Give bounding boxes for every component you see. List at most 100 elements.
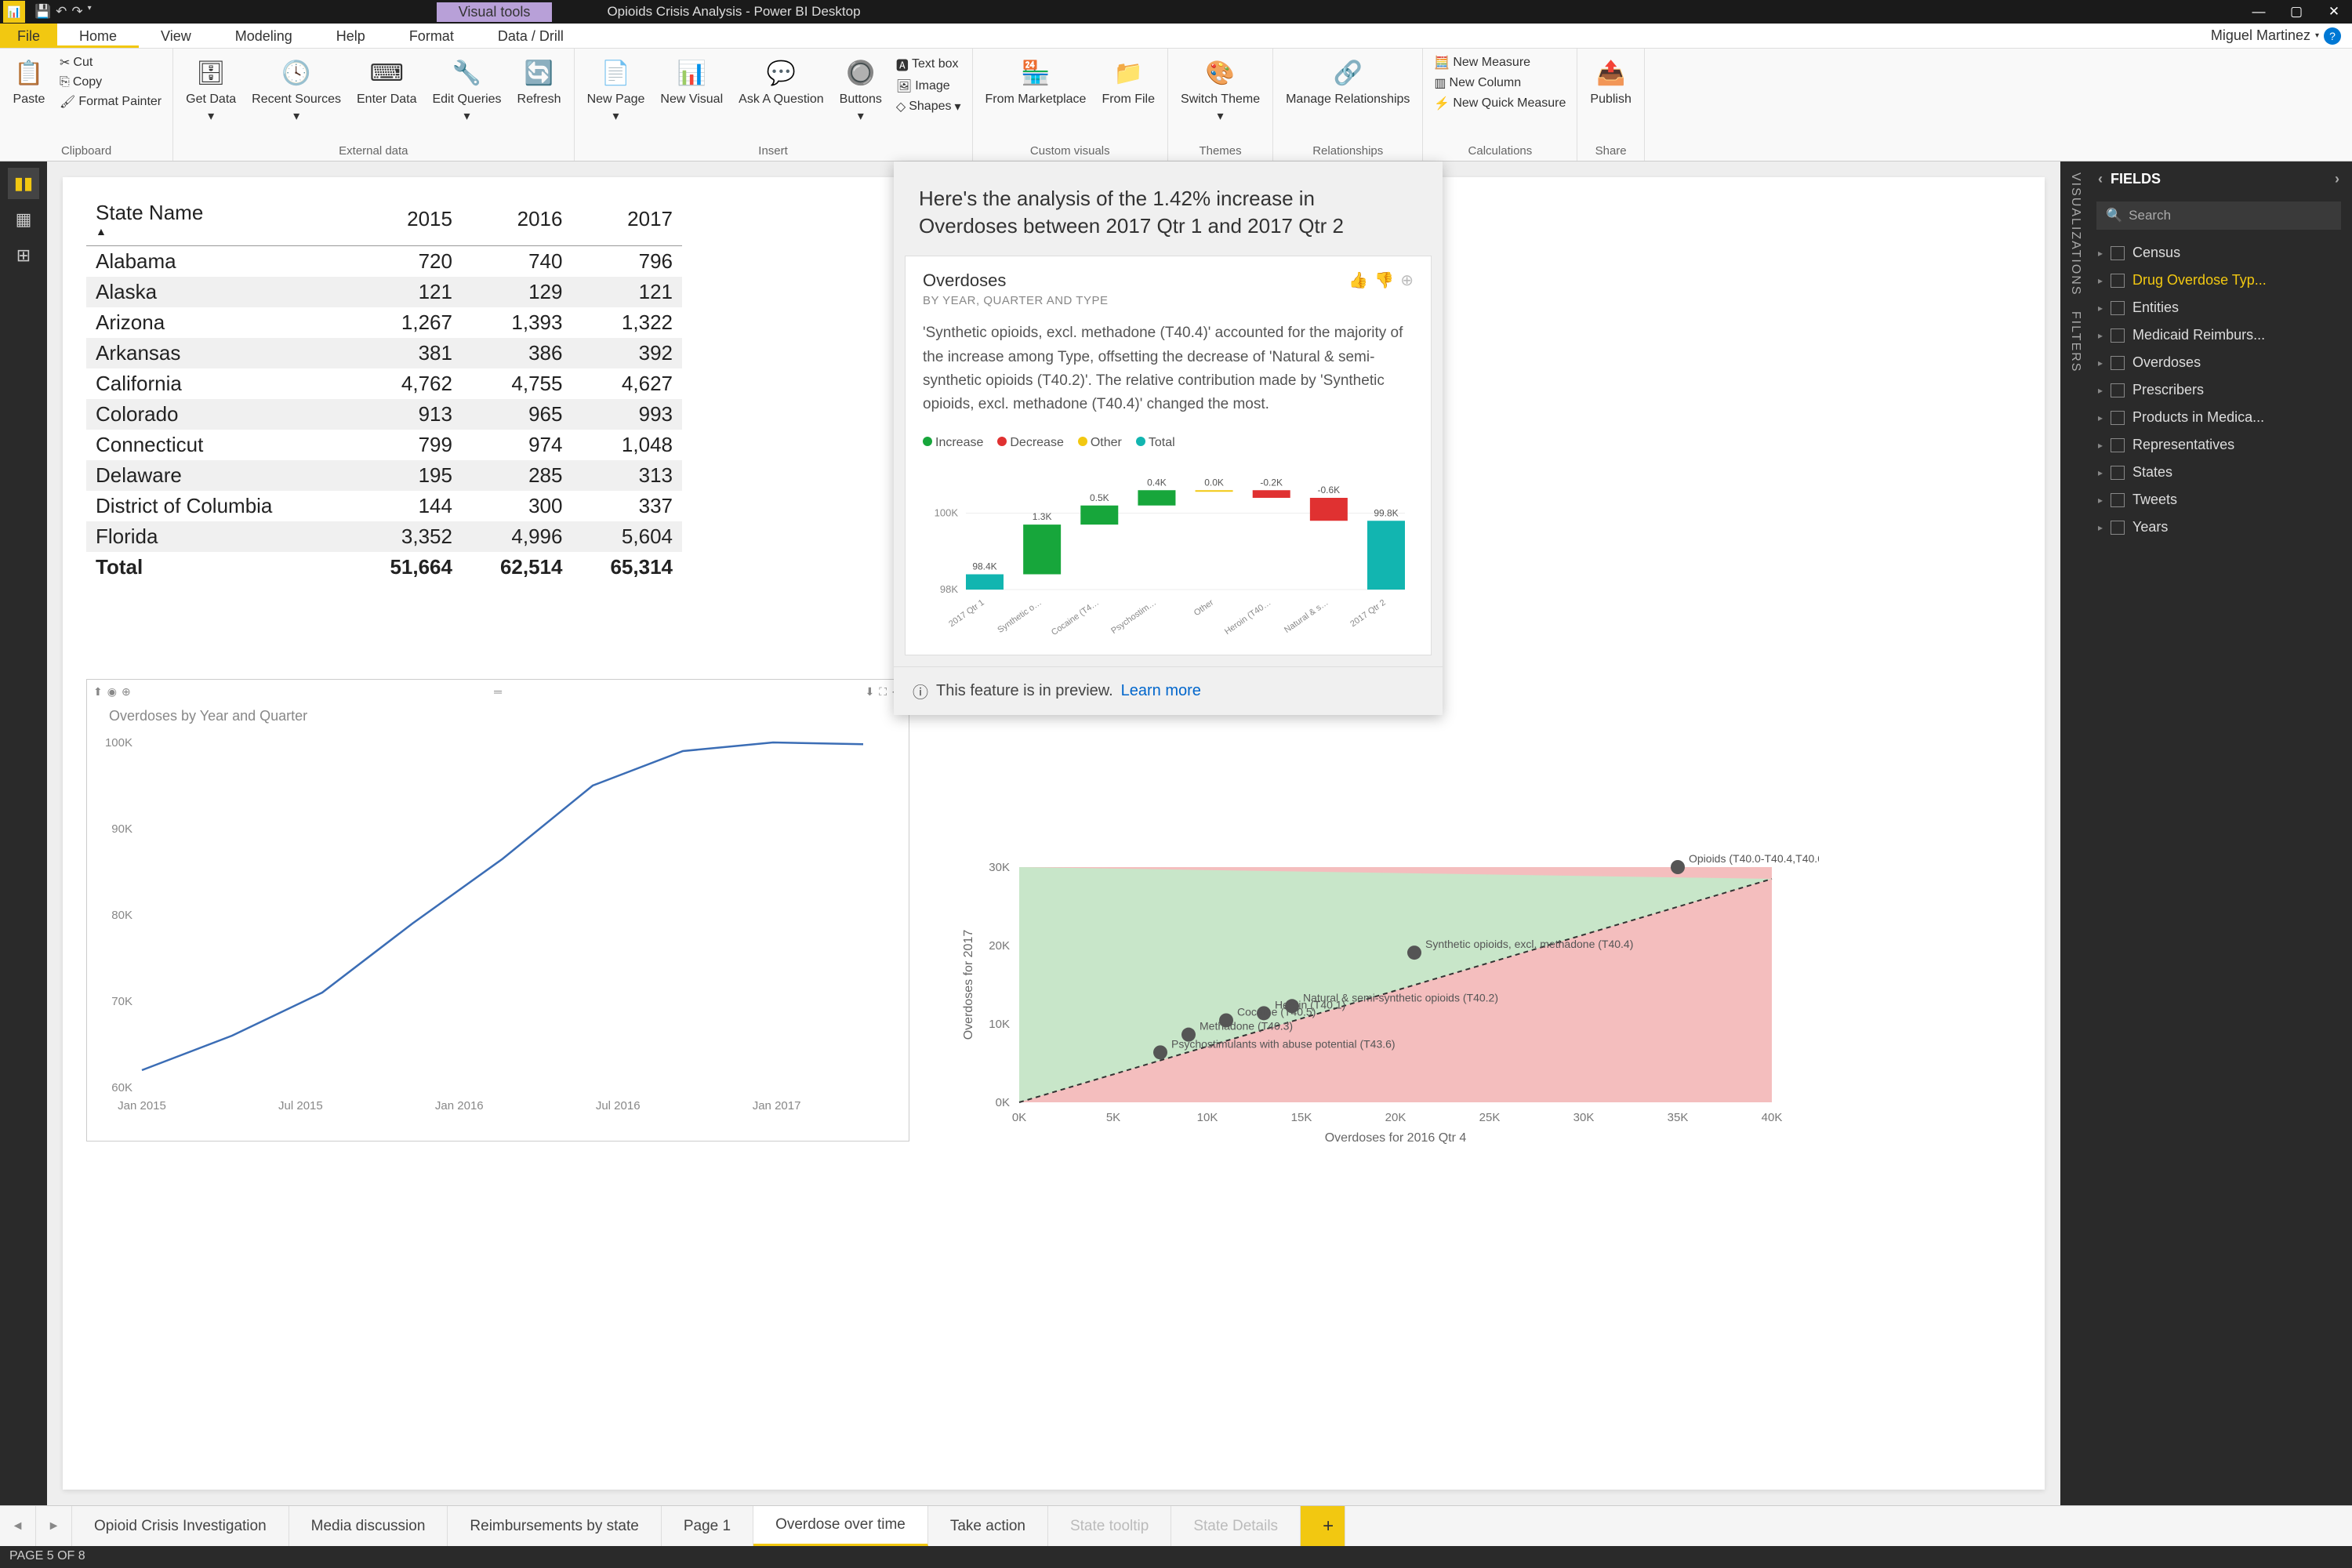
manage-relationships-button[interactable]: 🔗Manage Relationships xyxy=(1279,53,1416,110)
report-tab[interactable]: State Details xyxy=(1171,1506,1301,1546)
publish-button[interactable]: 📤Publish xyxy=(1584,53,1637,110)
scatter-chart[interactable]: 0K5K10K15K20K25K30K35K40K0K10K20K30KOver… xyxy=(956,836,1819,1165)
table-row[interactable]: Florida3,3524,9965,604 xyxy=(86,521,682,552)
col-state-name[interactable]: State Name▲ xyxy=(86,193,351,246)
report-tab[interactable]: State tooltip xyxy=(1048,1506,1171,1546)
chevron-right-icon[interactable]: › xyxy=(2335,171,2339,187)
table-row[interactable]: Connecticut7999741,048 xyxy=(86,430,682,460)
table-row[interactable]: Arizona1,2671,3931,322 xyxy=(86,307,682,338)
edit-queries-button[interactable]: 🔧Edit Queries▾ xyxy=(426,53,507,126)
table-row[interactable]: District of Columbia144300337 xyxy=(86,491,682,521)
report-tab[interactable]: Take action xyxy=(928,1506,1048,1546)
table-row[interactable]: California4,7624,7554,627 xyxy=(86,368,682,399)
col-2017[interactable]: 2017 xyxy=(572,193,682,246)
report-tab[interactable]: Media discussion xyxy=(289,1506,448,1546)
col-2016[interactable]: 2016 xyxy=(462,193,572,246)
qat-undo-icon[interactable]: ↶ xyxy=(56,4,67,20)
table-row[interactable]: Delaware195285313 xyxy=(86,460,682,491)
shapes-button[interactable]: ◇ Shapes ▾ xyxy=(891,97,966,116)
text-box-button[interactable]: 🅰 Text box xyxy=(891,53,966,75)
maximize-icon[interactable]: ▢ xyxy=(2278,0,2314,24)
visual-tools-tab[interactable]: Visual tools xyxy=(437,2,553,22)
fields-search-input[interactable]: 🔍 Search xyxy=(2096,201,2341,230)
copy-button[interactable]: ⎘ Copy xyxy=(55,74,166,91)
report-tab[interactable]: Reimbursements by state xyxy=(448,1506,661,1546)
field-item[interactable]: ▸Tweets xyxy=(2085,486,2352,514)
tab-help[interactable]: Help xyxy=(314,24,387,48)
field-item[interactable]: ▸Drug Overdose Typ... xyxy=(2085,267,2352,294)
image-button[interactable]: 🖼 Image xyxy=(891,77,966,96)
from-marketplace-button[interactable]: 🏪From Marketplace xyxy=(979,53,1093,110)
add-icon[interactable]: ⊕ xyxy=(1400,270,1414,290)
tab-modeling[interactable]: Modeling xyxy=(213,24,314,48)
focus-icon[interactable]: ⛶ xyxy=(879,685,887,699)
tab-datadrill[interactable]: Data / Drill xyxy=(476,24,586,48)
tab-format[interactable]: Format xyxy=(387,24,476,48)
enter-data-button[interactable]: ⌨Enter Data xyxy=(350,53,423,110)
field-item[interactable]: ▸States xyxy=(2085,459,2352,486)
drill-up-icon[interactable]: ⬆ xyxy=(93,685,103,699)
col-2015[interactable]: 2015 xyxy=(351,193,462,246)
field-item[interactable]: ▸Prescribers xyxy=(2085,376,2352,404)
qat-dropdown-icon[interactable]: ▾ xyxy=(88,4,92,20)
new-quick-measure-button[interactable]: ⚡ New Quick Measure xyxy=(1429,94,1570,113)
minimize-icon[interactable]: — xyxy=(2241,0,2277,24)
field-item[interactable]: ▸Census xyxy=(2085,239,2352,267)
field-item[interactable]: ▸Overdoses xyxy=(2085,349,2352,376)
table-row[interactable]: Colorado913965993 xyxy=(86,399,682,430)
qat-redo-icon[interactable]: ↷ xyxy=(71,4,82,20)
table-row[interactable]: Alaska121129121 xyxy=(86,277,682,307)
data-view-icon[interactable]: ▦ xyxy=(8,204,39,235)
state-data-table[interactable]: State Name▲ 2015 2016 2017 Alabama720740… xyxy=(86,193,682,583)
report-view-icon[interactable]: ▮▮ xyxy=(8,168,39,199)
new-visual-button[interactable]: 📊New Visual xyxy=(654,53,729,110)
new-column-button[interactable]: ▥ New Column xyxy=(1429,74,1570,93)
filter-handle-icon[interactable]: ═ xyxy=(494,685,502,698)
field-item[interactable]: ▸Medicaid Reimburs... xyxy=(2085,321,2352,349)
format-painter-button[interactable]: 🖌 Format Painter xyxy=(55,93,166,111)
drill-down-icon[interactable]: ⬇ xyxy=(865,685,874,699)
cut-button[interactable]: ✂ Cut xyxy=(55,53,166,72)
report-tab[interactable]: Overdose over time xyxy=(753,1506,928,1546)
new-measure-button[interactable]: 🧮 New Measure xyxy=(1429,53,1570,72)
field-item[interactable]: ▸Years xyxy=(2085,514,2352,541)
get-data-button[interactable]: 🗄Get Data▾ xyxy=(180,53,242,126)
paste-button[interactable]: 📋Paste xyxy=(6,53,52,110)
report-tab[interactable]: Opioid Crisis Investigation xyxy=(72,1506,289,1546)
ask-question-button[interactable]: 💬Ask A Question xyxy=(732,53,830,110)
model-view-icon[interactable]: ⊞ xyxy=(8,240,39,271)
table-row[interactable]: Arkansas381386392 xyxy=(86,338,682,368)
refresh-button[interactable]: 🔄Refresh xyxy=(511,53,568,110)
field-item[interactable]: ▸Entities xyxy=(2085,294,2352,321)
tab-next-icon[interactable]: ► xyxy=(36,1506,72,1546)
field-item[interactable]: ▸Products in Medica... xyxy=(2085,404,2352,431)
add-page-button[interactable]: + xyxy=(1301,1506,1345,1546)
buttons-button[interactable]: 🔘Buttons▾ xyxy=(833,53,888,126)
field-item[interactable]: ▸Representatives xyxy=(2085,431,2352,459)
new-page-button[interactable]: 📄New Page▾ xyxy=(581,53,652,126)
switch-theme-button[interactable]: 🎨Switch Theme▾ xyxy=(1174,53,1266,126)
right-rail[interactable]: VISUALIZATIONS FILTERS xyxy=(2060,162,2085,1505)
learn-more-link[interactable]: Learn more xyxy=(1121,682,1201,700)
tab-view[interactable]: View xyxy=(139,24,213,48)
chevron-left-icon[interactable]: ‹ xyxy=(2098,171,2103,187)
thumbs-down-icon[interactable]: 👎 xyxy=(1374,270,1394,290)
thumbs-up-icon[interactable]: 👍 xyxy=(1348,270,1368,290)
from-file-button[interactable]: 📁From File xyxy=(1095,53,1161,110)
recent-sources-button[interactable]: 🕓Recent Sources▾ xyxy=(245,53,347,126)
tab-home[interactable]: Home xyxy=(57,24,139,48)
group-relationships: Relationships xyxy=(1279,144,1416,161)
user-dropdown-icon[interactable]: ▾ xyxy=(2315,31,2319,40)
report-tab[interactable]: Page 1 xyxy=(662,1506,753,1546)
table-row[interactable]: Alabama720740796 xyxy=(86,246,682,278)
expand-icon[interactable]: ⊕ xyxy=(122,685,131,699)
user-name[interactable]: Miguel Martinez xyxy=(2211,27,2310,44)
drill-icon[interactable]: ◉ xyxy=(107,685,117,699)
waterfall-chart[interactable]: 98K100K98.4K2017 Qtr 11.3KSynthetic o…0.… xyxy=(923,456,1425,637)
file-tab[interactable]: File xyxy=(0,24,57,48)
overdoses-line-chart[interactable]: ⬆ ◉ ⊕ ═ ⬇ ⛶ ⋯ Overdoses by Year and Quar… xyxy=(86,679,909,1142)
close-icon[interactable]: ✕ xyxy=(2316,0,2352,24)
help-icon[interactable]: ? xyxy=(2324,27,2341,45)
tab-prev-icon[interactable]: ◄ xyxy=(0,1506,36,1546)
qat-save-icon[interactable]: 💾 xyxy=(34,4,51,20)
